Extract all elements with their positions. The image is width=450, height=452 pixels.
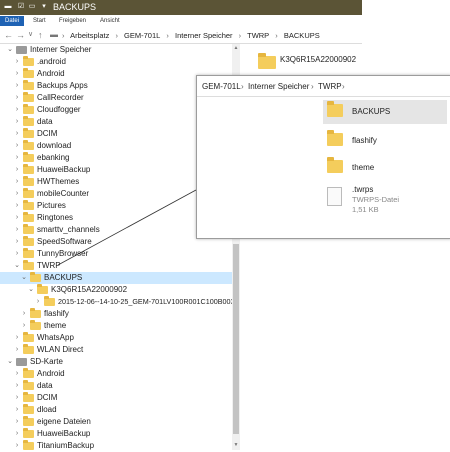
zoom-item-label: BACKUPS xyxy=(352,107,391,116)
breadcrumb-separator: › xyxy=(311,82,314,91)
zoom-item-backups[interactable]: BACKUPS xyxy=(323,100,447,124)
breadcrumb-gem-701l[interactable]: GEM-701L xyxy=(202,82,241,91)
zoom-callout: GEM-701L › Interner Speicher › TWRP › BA… xyxy=(196,75,450,239)
zoom-item-theme[interactable]: theme xyxy=(323,156,447,180)
folder-icon xyxy=(327,101,343,117)
zoom-file-name: .twrps xyxy=(352,185,374,194)
folder-icon xyxy=(327,157,343,173)
zoom-file-type: TWRPS-Datei xyxy=(352,195,400,204)
zoom-file-size: 1,51 KB xyxy=(352,205,379,214)
zoom-item-label: flashify xyxy=(352,136,377,145)
breadcrumb-separator: › xyxy=(342,82,345,91)
zoom-breadcrumb: GEM-701L › Interner Speicher › TWRP › xyxy=(197,76,450,97)
file-icon xyxy=(327,187,342,206)
breadcrumb-interner-speicher[interactable]: Interner Speicher xyxy=(248,82,309,91)
breadcrumb-separator: › xyxy=(241,82,244,91)
folder-icon xyxy=(327,130,343,146)
zoom-item-flashify[interactable]: flashify xyxy=(323,129,447,153)
breadcrumb-twrp[interactable]: TWRP xyxy=(318,82,342,91)
zoom-item-twrps-file[interactable]: .twrps TWRPS-Datei 1,51 KB xyxy=(323,183,447,217)
zoom-item-label: theme xyxy=(352,163,375,172)
